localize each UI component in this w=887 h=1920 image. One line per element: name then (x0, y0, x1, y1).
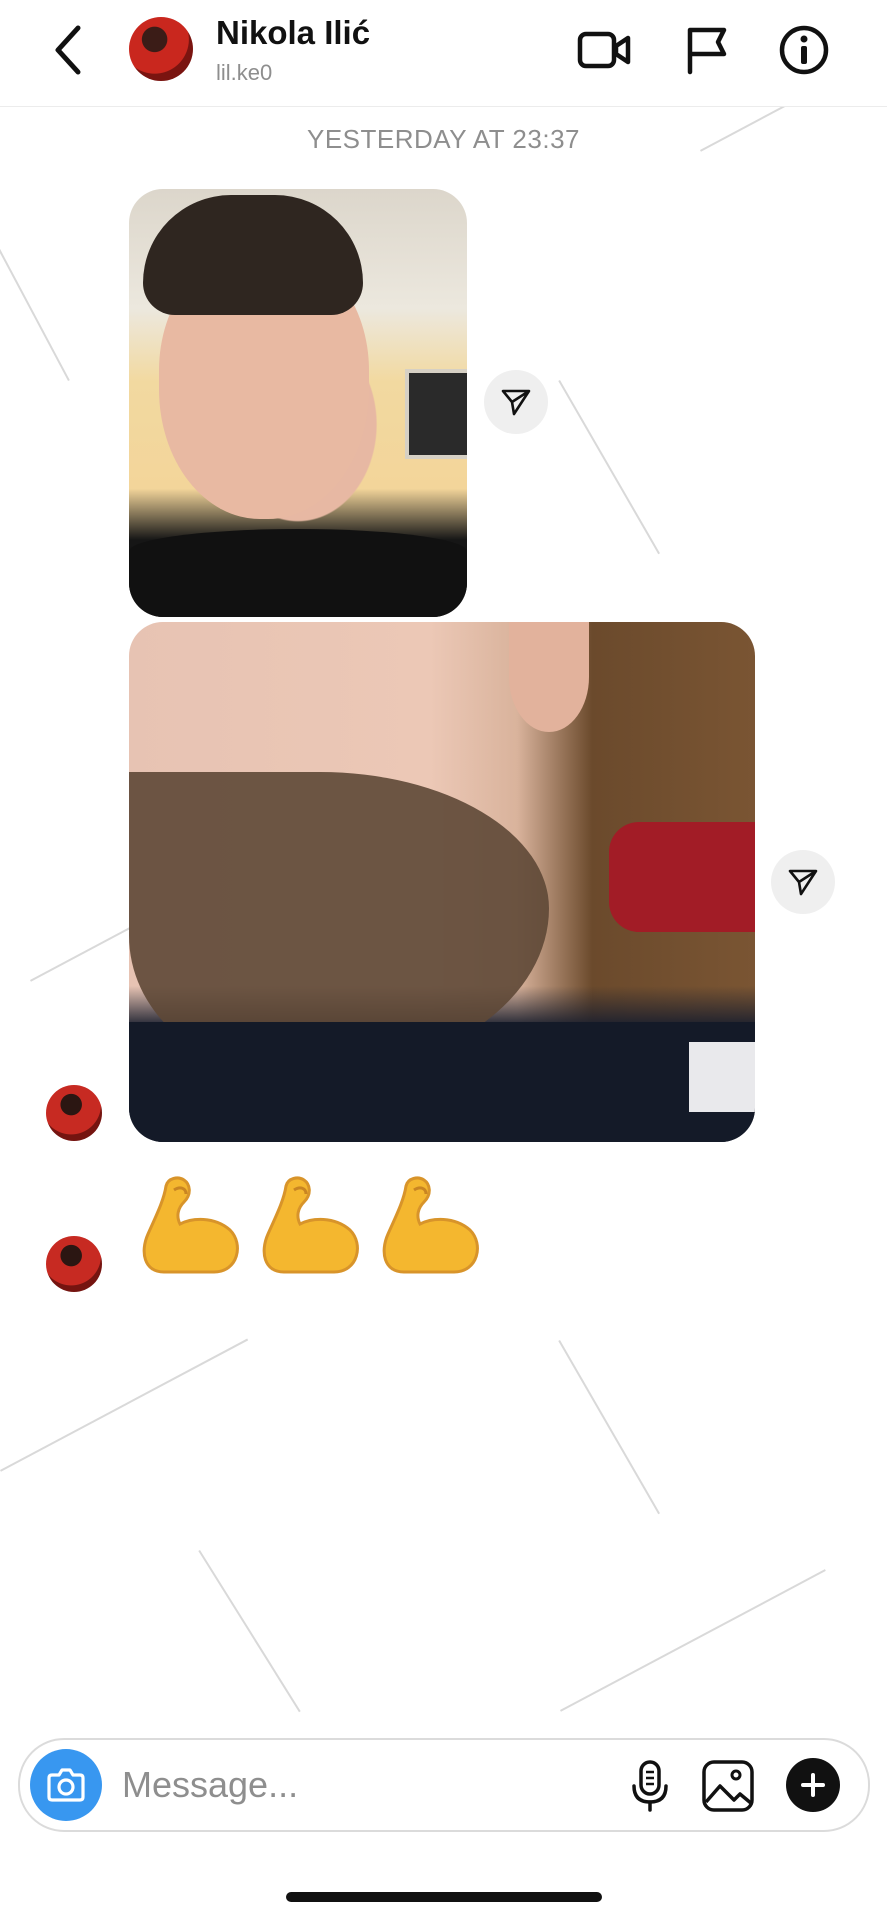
info-icon (779, 25, 829, 75)
watermark-line (198, 1550, 301, 1713)
voice-message-button[interactable] (622, 1758, 678, 1814)
photo-message[interactable] (129, 622, 755, 1142)
info-button[interactable] (776, 24, 832, 76)
flexed-biceps-icon (142, 1176, 239, 1274)
report-button[interactable] (680, 24, 736, 76)
contact-handle[interactable]: lil.ke0 (216, 60, 272, 86)
back-chevron-icon (55, 25, 81, 75)
photo-content (509, 622, 589, 732)
home-indicator[interactable] (286, 1892, 602, 1902)
photo-content (143, 195, 363, 315)
chat-header: Nikola Ilić lil.ke0 (0, 0, 887, 107)
camera-button[interactable] (30, 1749, 102, 1821)
video-call-button[interactable] (576, 24, 632, 76)
contact-name[interactable]: Nikola Ilić (216, 14, 370, 52)
watermark-line (558, 380, 660, 555)
watermark-line (0, 1338, 249, 1472)
gallery-button[interactable] (700, 1758, 756, 1814)
watermark-line (0, 230, 70, 382)
watermark-line (560, 1569, 826, 1712)
photo-content (129, 529, 467, 617)
camera-icon (47, 1768, 85, 1802)
sender-avatar[interactable] (46, 1085, 102, 1141)
share-button[interactable] (484, 370, 548, 434)
flexed-biceps-icon (262, 1176, 359, 1274)
back-button[interactable] (50, 22, 90, 78)
avatar[interactable] (129, 17, 193, 81)
sender-avatar[interactable] (46, 1236, 102, 1292)
watermark-line (558, 1340, 660, 1515)
emoji-message[interactable]: 💪💪💪 (134, 1172, 494, 1301)
photo-content (689, 1042, 755, 1112)
share-icon (501, 389, 531, 416)
flag-icon (687, 27, 727, 75)
photo-content (129, 1022, 755, 1142)
plus-icon (801, 1773, 825, 1797)
more-button[interactable] (786, 1758, 840, 1812)
share-icon (788, 869, 818, 896)
flexed-biceps-icon (382, 1176, 479, 1274)
photo-content (405, 369, 467, 459)
gallery-icon (702, 1760, 754, 1812)
share-button[interactable] (771, 850, 835, 914)
video-call-icon (577, 31, 631, 69)
message-composer (18, 1738, 870, 1832)
photo-message[interactable] (129, 189, 467, 617)
photo-content (609, 822, 755, 932)
message-input[interactable] (120, 1754, 524, 1816)
microphone-icon (632, 1760, 668, 1812)
message-timestamp: YESTERDAY AT 23:37 (307, 124, 580, 154)
